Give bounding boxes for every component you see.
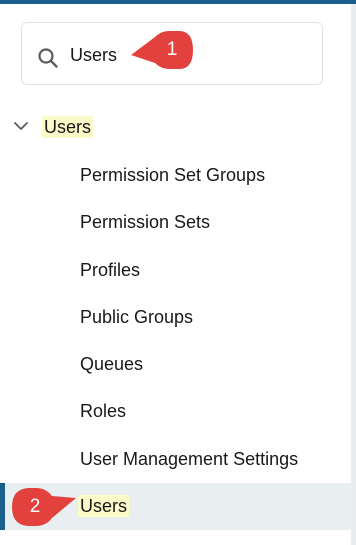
tree-item-label[interactable]: User Management Settings	[80, 448, 298, 470]
tree-item-label[interactable]: Public Groups	[80, 306, 193, 328]
top-accent-bar	[0, 0, 356, 4]
tree-item-public-groups[interactable]: Public Groups	[0, 294, 351, 341]
tree-item-label[interactable]: Permission Set Groups	[80, 164, 265, 186]
chevron-down-icon[interactable]	[13, 120, 29, 132]
tree-item-label[interactable]: Roles	[80, 400, 126, 422]
scrollbar-track[interactable]	[351, 4, 356, 545]
tree-item-label[interactable]: Profiles	[80, 259, 140, 281]
tree-item-label[interactable]: Permission Sets	[80, 211, 210, 233]
tree-item-permission-set-groups[interactable]: Permission Set Groups	[0, 152, 351, 199]
callout-number: 2	[29, 496, 41, 517]
search-icon	[38, 48, 58, 68]
tree-item-permission-sets[interactable]: Permission Sets	[0, 199, 351, 246]
tree-item-profiles[interactable]: Profiles	[0, 247, 351, 294]
tree-node-users[interactable]: Users	[0, 104, 351, 150]
tree-item-label[interactable]: Users	[78, 495, 130, 517]
tree-item-user-management-settings[interactable]: User Management Settings	[0, 436, 351, 483]
callout-number: 1	[166, 39, 178, 60]
callout-marker-2: 2	[4, 484, 78, 530]
tree-item-label[interactable]: Queues	[80, 353, 143, 375]
tree-node-label[interactable]: Users	[42, 116, 94, 138]
tree-item-roles[interactable]: Roles	[0, 388, 351, 435]
callout-marker-1: 1	[125, 27, 195, 73]
tree-item-queues[interactable]: Queues	[0, 341, 351, 388]
